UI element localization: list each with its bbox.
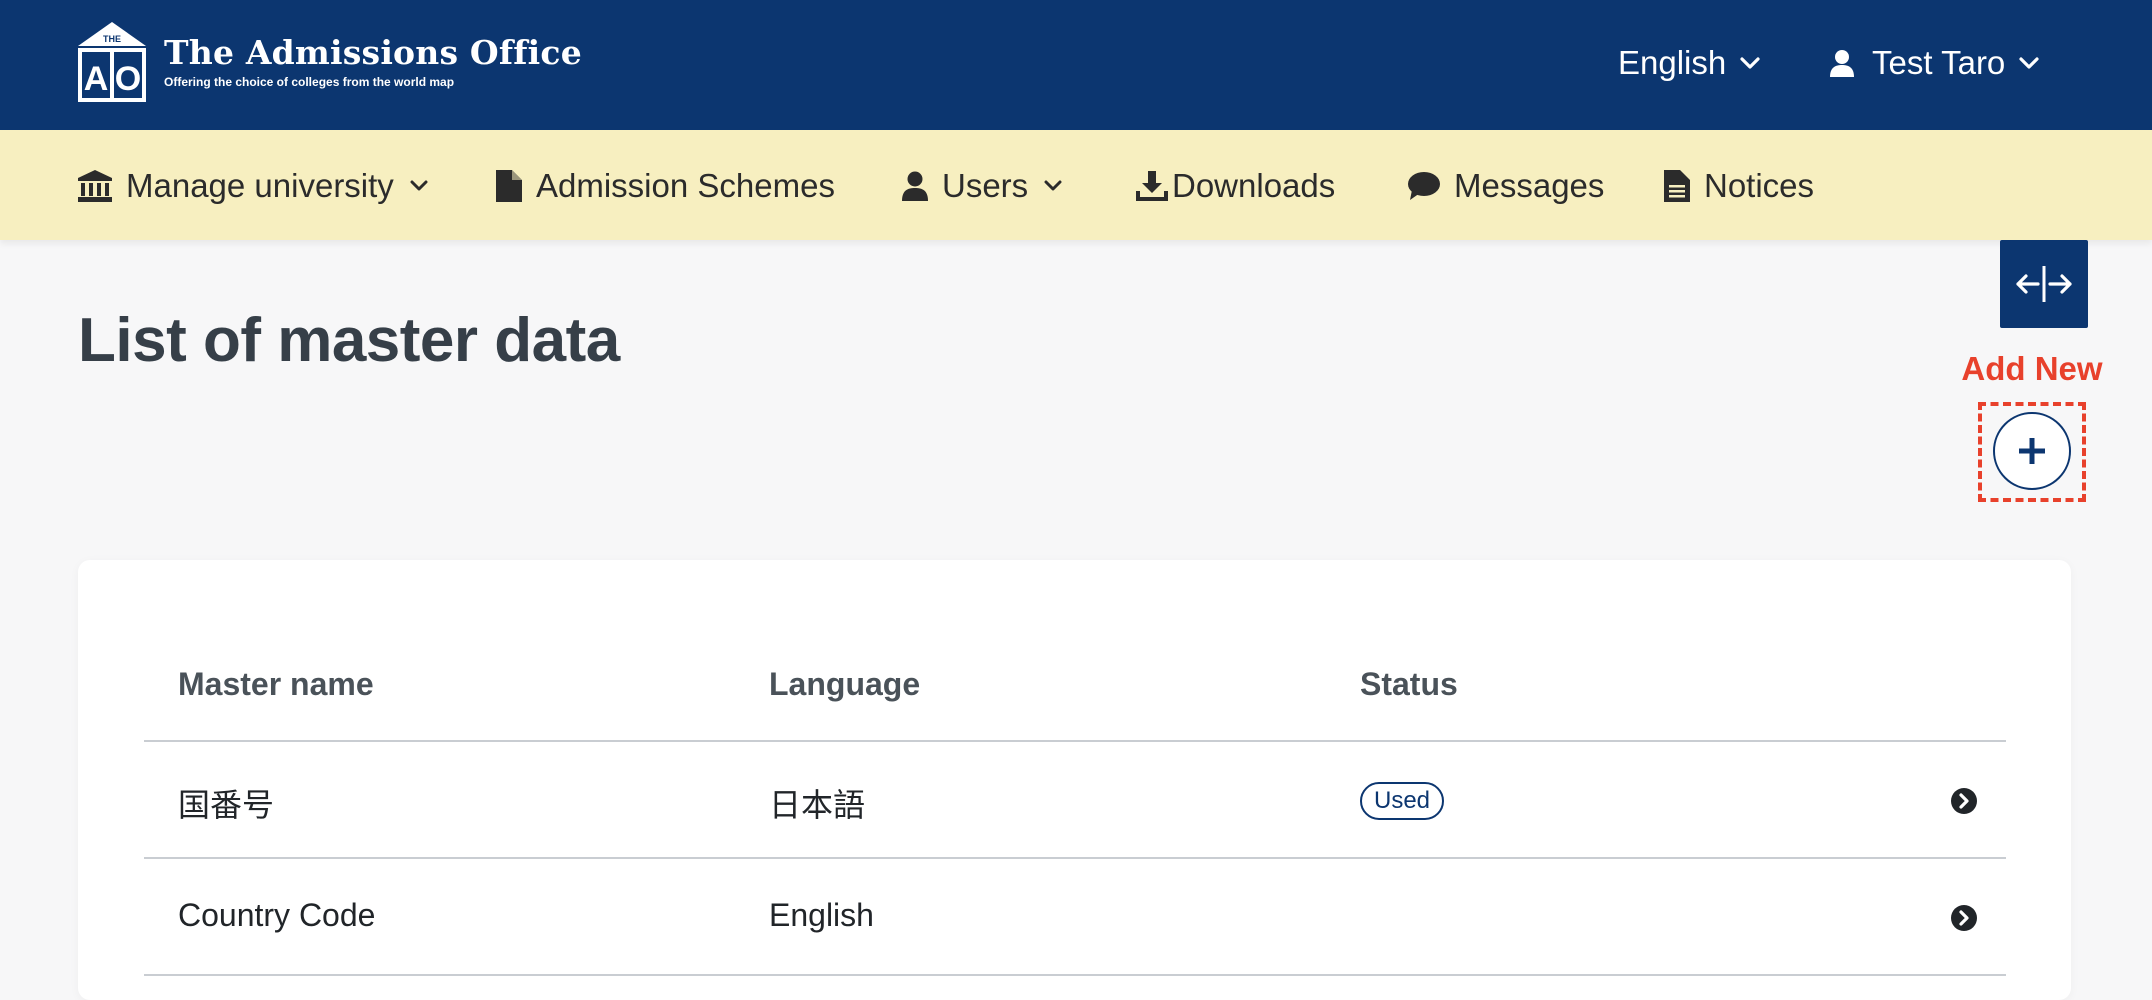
logo[interactable]: A O THE The Admissions Office Offering t… [78,22,582,102]
cell-language: 日本語 [769,787,866,823]
table-row[interactable]: Country Code English [144,859,2006,976]
column-header-master-name[interactable]: Master name [178,666,374,703]
nav-label: Manage university [126,167,394,204]
user-icon [902,171,928,201]
cell-master-name: Country Code [178,897,376,933]
nav-label: Users [942,167,1029,204]
logo-tagline: Offering the choice of colleges from the… [164,75,455,89]
svg-text:O: O [115,60,141,98]
nav-notices[interactable]: Notices [1664,166,1814,206]
nav-label: Notices [1704,167,1815,204]
expand-width-button[interactable] [2000,240,2088,328]
cell-language: English [769,897,874,933]
file-icon [496,170,522,202]
logo-mark-icon: A O THE [78,22,146,102]
download-icon [1136,171,1168,201]
page-title: List of master data [78,306,620,375]
chevron-down-icon [410,180,428,192]
user-menu-dropdown[interactable]: Test Taro [1830,44,2039,82]
chevron-circle-right-icon[interactable] [1950,904,1978,932]
chevron-down-icon [1044,180,1062,192]
arrows-horizontal-icon [2016,266,2072,302]
add-new-annotation-label: Add New [1961,350,2103,387]
column-header-language[interactable]: Language [769,666,920,703]
column-header-status[interactable]: Status [1360,666,1458,703]
status-badge: Used [1360,782,1445,820]
chevron-circle-right-icon[interactable] [1950,787,1978,815]
svg-text:A: A [84,60,109,98]
nav-admission-schemes[interactable]: Admission Schemes [496,166,835,206]
cell-master-name: 国番号 [178,787,275,823]
table-row[interactable]: 国番号 日本語 Used [144,742,2006,859]
nav-messages[interactable]: Messages [1408,166,1604,206]
chevron-down-icon [1740,57,1760,69]
chevron-down-icon [2019,57,2039,69]
table-header: Master name Language Status [144,640,2006,742]
top-header: A O THE The Admissions Office Offering t… [0,0,2152,130]
logo-title: The Admissions Office [164,33,582,72]
svg-text:THE: THE [103,34,121,44]
nav-users[interactable]: Users [902,166,1062,206]
nav-manage-university[interactable]: Manage university [78,166,428,206]
master-data-table: Master name Language Status 国番号 日本語 Used… [144,640,2006,976]
nav-label: Downloads [1172,167,1336,204]
nav-label: Messages [1454,167,1605,204]
main-navigation: Manage university Admission Schemes User… [0,130,2152,240]
nav-downloads[interactable]: Downloads [1136,166,1335,206]
user-name: Test Taro [1872,44,2006,81]
file-text-icon [1664,170,1690,202]
nav-label: Admission Schemes [536,167,835,204]
user-icon [1830,50,1854,77]
university-icon [78,170,112,202]
plus-icon [2019,438,2045,464]
language-dropdown[interactable]: English [1618,44,1760,82]
language-label: English [1618,44,1727,81]
comment-icon [1408,172,1440,200]
add-new-button[interactable] [1993,412,2071,490]
